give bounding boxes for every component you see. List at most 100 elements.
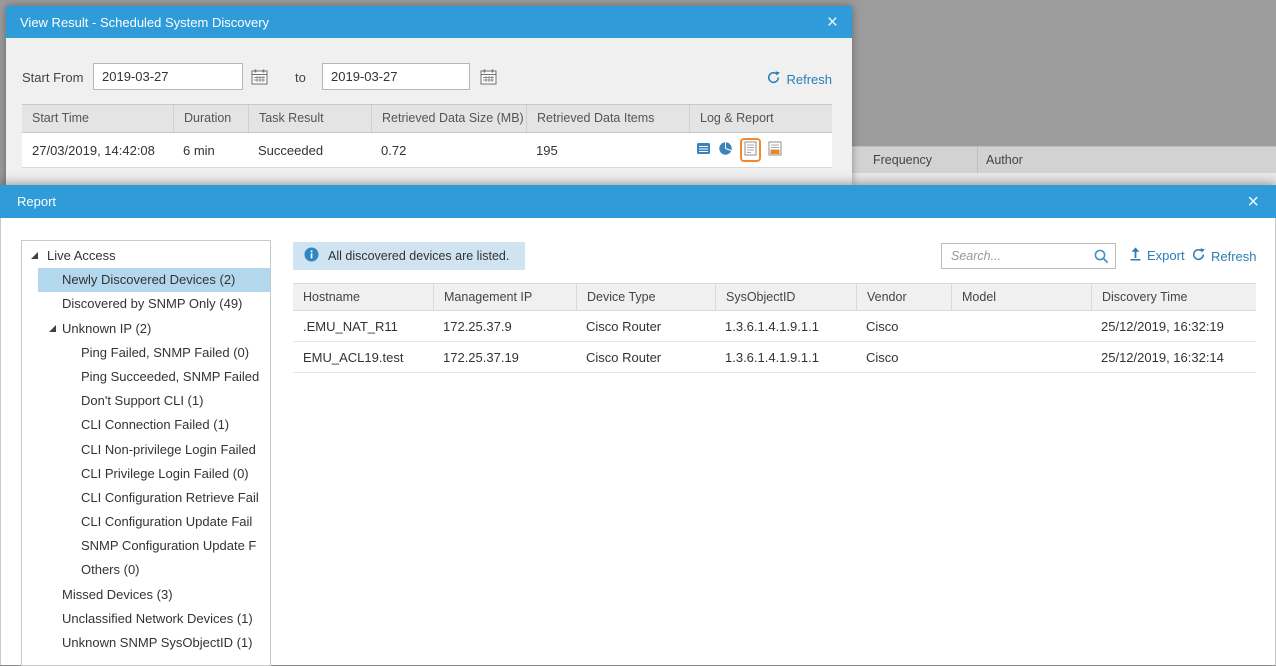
column-start-time[interactable]: Start Time — [22, 105, 173, 132]
refresh-button[interactable]: Refresh — [766, 70, 832, 88]
report-body: Live Access Newly Discovered Devices (2)… — [0, 218, 1276, 665]
tree-item-cli-connection-failed[interactable]: CLI Connection Failed (1) — [22, 413, 270, 437]
info-message: All discovered devices are listed. — [328, 249, 509, 263]
tree-item-cli-non-privilege-login-failed[interactable]: CLI Non-privilege Login Failed — [22, 438, 270, 462]
cell-sysobjectid: 1.3.6.1.4.1.9.1.1 — [715, 319, 856, 334]
column-device-type[interactable]: Device Type — [576, 284, 715, 310]
calendar-icon — [479, 68, 498, 89]
tree-item-label: Missed Devices (3) — [62, 587, 173, 602]
cell-hostname: EMU_ACL19.test — [293, 350, 433, 365]
tree-item-label: Discovered by SNMP Only (49) — [62, 296, 242, 311]
tree-item-label: Don't Support CLI (1) — [81, 393, 203, 408]
tree-item-ping-failed-snmp-failed[interactable]: Ping Failed, SNMP Failed (0) — [22, 341, 270, 365]
cell-discovery-time: 25/12/2019, 16:32:19 — [1091, 319, 1256, 334]
expand-triangle-icon[interactable] — [30, 251, 39, 260]
cell-hostname: .EMU_NAT_R11 — [293, 319, 433, 334]
tree-item-label: Ping Failed, SNMP Failed (0) — [81, 345, 249, 360]
view-result-title: View Result - Scheduled System Discovery — [20, 15, 269, 30]
tree-item-label: Live Access — [47, 248, 116, 263]
tree-item-newly-discovered-devices[interactable]: Newly Discovered Devices (2) — [38, 268, 270, 292]
cell-start-time: 27/03/2019, 14:42:08 — [22, 143, 173, 158]
refresh-icon — [1191, 247, 1206, 265]
refresh-label: Refresh — [1211, 249, 1257, 264]
table-header: Hostname Management IP Device Type SysOb… — [293, 283, 1256, 311]
date-to-input[interactable] — [322, 63, 470, 90]
cell-sysobjectid: 1.3.6.1.4.1.9.1.1 — [715, 350, 856, 365]
table-row[interactable]: .EMU_NAT_R11 172.25.37.9 Cisco Router 1.… — [293, 311, 1256, 342]
report-icon-highlight — [740, 138, 761, 162]
tree-item-label: Unknown SNMP SysObjectID (1) — [62, 635, 253, 650]
cell-vendor: Cisco — [856, 319, 951, 334]
search-input[interactable] — [942, 244, 1088, 268]
background-column-author: Author — [977, 147, 1276, 173]
discovered-devices-table: Hostname Management IP Device Type SysOb… — [293, 283, 1256, 373]
column-duration[interactable]: Duration — [173, 105, 248, 132]
refresh-button[interactable]: Refresh — [1191, 247, 1257, 265]
column-retrieved-data-items[interactable]: Retrieved Data Items — [526, 105, 689, 132]
cell-retrieved-data-size: 0.72 — [371, 143, 526, 158]
report-document-icon[interactable] — [744, 141, 757, 159]
tree-item-label: Unclassified Network Devices (1) — [62, 611, 253, 626]
cell-duration: 6 min — [173, 143, 248, 158]
tree-item-unclassified-network-devices[interactable]: Unclassified Network Devices (1) — [22, 607, 270, 631]
table-row[interactable]: EMU_ACL19.test 172.25.37.19 Cisco Router… — [293, 342, 1256, 373]
cell-device-type: Cisco Router — [576, 350, 715, 365]
cell-management-ip: 172.25.37.19 — [433, 350, 576, 365]
column-discovery-time[interactable]: Discovery Time — [1091, 284, 1256, 310]
data-table-icon[interactable] — [696, 141, 711, 159]
report-title: Report — [17, 194, 56, 209]
tree-item-ping-succeeded-snmp-failed[interactable]: Ping Succeeded, SNMP Failed — [22, 365, 270, 389]
column-management-ip[interactable]: Management IP — [433, 284, 576, 310]
cell-device-type: Cisco Router — [576, 319, 715, 334]
close-icon[interactable]: × — [1247, 192, 1259, 212]
cell-task-result: Succeeded — [248, 143, 371, 158]
column-vendor[interactable]: Vendor — [856, 284, 951, 310]
export-button[interactable]: Export — [1129, 247, 1185, 264]
calendar-to-button[interactable] — [476, 66, 500, 90]
column-model[interactable]: Model — [951, 284, 1091, 310]
cell-retrieved-data-items: 195 — [526, 143, 689, 158]
column-hostname[interactable]: Hostname — [293, 284, 433, 310]
calendar-icon — [250, 68, 269, 89]
tree-item-live-access[interactable]: Live Access — [22, 244, 270, 268]
column-sysobjectid[interactable]: SysObjectID — [715, 284, 856, 310]
cell-management-ip: 172.25.37.9 — [433, 319, 576, 334]
date-from-input[interactable] — [93, 63, 243, 90]
tree-item-label: Unknown IP (2) — [62, 321, 151, 336]
tree-item-unknown-ip[interactable]: Unknown IP (2) — [22, 317, 270, 341]
table-row[interactable]: 27/03/2019, 14:42:08 6 min Succeeded 0.7… — [22, 133, 832, 168]
search-box — [941, 243, 1116, 269]
info-icon — [304, 247, 319, 265]
tree-item-missed-devices[interactable]: Missed Devices (3) — [22, 583, 270, 607]
expand-triangle-icon[interactable] — [48, 324, 57, 333]
tree-item-label: Others (0) — [81, 562, 140, 577]
search-icon[interactable] — [1093, 248, 1110, 265]
tree-item-others[interactable]: Others (0) — [22, 558, 270, 582]
log-file-icon[interactable] — [768, 141, 782, 159]
tree-item-label: CLI Privilege Login Failed (0) — [81, 466, 249, 481]
start-from-label: Start From — [22, 70, 83, 85]
cell-discovery-time: 25/12/2019, 16:32:14 — [1091, 350, 1256, 365]
pie-chart-icon[interactable] — [718, 141, 733, 159]
close-icon[interactable]: × — [827, 13, 838, 32]
report-titlebar[interactable]: Report × — [0, 185, 1276, 218]
tree-item-discovered-by-snmp-only[interactable]: Discovered by SNMP Only (49) — [22, 292, 270, 316]
tree-item-dont-support-cli[interactable]: Don't Support CLI (1) — [22, 389, 270, 413]
column-log-report[interactable]: Log & Report — [689, 105, 832, 132]
tree-item-label: CLI Configuration Retrieve Fail — [81, 490, 259, 505]
to-label: to — [295, 70, 306, 85]
view-result-titlebar[interactable]: View Result - Scheduled System Discovery… — [6, 6, 852, 38]
tree-item-cli-privilege-login-failed[interactable]: CLI Privilege Login Failed (0) — [22, 462, 270, 486]
refresh-icon — [766, 70, 781, 88]
calendar-from-button[interactable] — [247, 66, 271, 90]
cell-log-report — [689, 138, 832, 162]
tree-item-label: CLI Non-privilege Login Failed — [81, 442, 256, 457]
column-retrieved-data-size[interactable]: Retrieved Data Size (MB) — [371, 105, 526, 132]
export-icon — [1129, 247, 1142, 264]
report-category-tree: Live Access Newly Discovered Devices (2)… — [21, 240, 271, 666]
tree-item-cli-configuration-retrieve-failed[interactable]: CLI Configuration Retrieve Fail — [22, 486, 270, 510]
tree-item-unknown-snmp-sysobjectid[interactable]: Unknown SNMP SysObjectID (1) — [22, 631, 270, 655]
column-task-result[interactable]: Task Result — [248, 105, 371, 132]
tree-item-cli-configuration-update-failed[interactable]: CLI Configuration Update Fail — [22, 510, 270, 534]
tree-item-snmp-configuration-update-failed[interactable]: SNMP Configuration Update F — [22, 534, 270, 558]
